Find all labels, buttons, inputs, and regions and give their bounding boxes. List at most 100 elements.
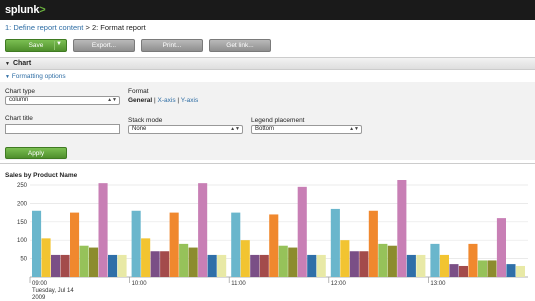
y-tick-label: 100	[17, 238, 28, 244]
x-date-label: Tuesday, Jul 14	[32, 288, 74, 294]
collapse-triangle-icon: ▼	[5, 60, 10, 67]
breadcrumb-separator: >	[83, 23, 92, 32]
tab-y-axis[interactable]: Y-axis	[181, 97, 198, 104]
chart-bar[interactable]	[349, 251, 359, 277]
chart-bar[interactable]	[150, 251, 160, 277]
chart-bar[interactable]	[60, 254, 70, 277]
chart-bar[interactable]	[330, 208, 340, 277]
format-form: Chart type column ▲▼ Chart title Format G…	[0, 82, 535, 160]
chart-bar[interactable]	[477, 260, 487, 277]
select-arrow-icon: ▲▼	[230, 126, 240, 132]
chart-bar[interactable]	[117, 254, 127, 277]
legend-placement-select[interactable]: Bottom ▲▼	[251, 125, 362, 134]
chart-bar[interactable]	[250, 254, 260, 277]
chart-bar[interactable]	[231, 212, 241, 277]
splunk-logo[interactable]: splunk>	[5, 4, 46, 16]
formatting-options-toggle[interactable]: ▼ Formatting options	[5, 73, 66, 80]
breadcrumb-step-1[interactable]: 1: Define report content	[5, 23, 83, 32]
get-link-button[interactable]: Get link...	[209, 39, 271, 52]
chart-bar[interactable]	[240, 240, 250, 277]
export-button[interactable]: Export...	[73, 39, 135, 52]
chart-bar[interactable]	[515, 265, 525, 277]
chart-bar[interactable]	[259, 254, 269, 277]
chart-bar[interactable]	[131, 210, 141, 277]
chart-bar[interactable]	[269, 214, 279, 277]
chart-bar[interactable]	[98, 183, 108, 277]
chart-bar[interactable]	[307, 254, 317, 277]
chart-bar[interactable]	[368, 210, 378, 277]
chart-title: Sales by Product Name	[5, 172, 78, 179]
chart-type-value: column	[9, 97, 29, 103]
breadcrumb-step-2: 2: Format report	[91, 23, 146, 32]
chart-bar[interactable]	[406, 254, 416, 277]
chart-bar[interactable]	[506, 264, 516, 277]
chart-bar[interactable]	[41, 238, 51, 277]
chart-bar[interactable]	[160, 251, 170, 277]
tab-x-axis[interactable]: X-axis	[158, 97, 176, 104]
x-tick-label: 12:00	[331, 281, 347, 287]
chart-bar[interactable]	[188, 247, 198, 277]
stack-mode-label: Stack mode	[128, 117, 163, 124]
select-arrow-icon: ▲▼	[107, 97, 117, 103]
x-tick-label: 09:00	[32, 281, 48, 287]
chart-bar[interactable]	[439, 254, 449, 277]
save-button[interactable]: Save ▼	[5, 39, 67, 52]
y-tick-label: 50	[20, 257, 27, 263]
chart-type-label: Chart type	[5, 88, 35, 95]
chart-bar[interactable]	[397, 180, 407, 277]
chart-bar[interactable]	[70, 212, 80, 277]
chart-bar[interactable]	[387, 245, 397, 277]
chart-title-label: Chart title	[5, 115, 33, 122]
chart-bar[interactable]	[496, 218, 506, 277]
section-title: Chart	[12, 60, 32, 67]
chevron-down-icon[interactable]: ▼	[56, 41, 62, 47]
divider	[0, 163, 535, 164]
toolbar: Save ▼ Export... Print... Get link...	[5, 39, 535, 53]
chart-bar[interactable]	[288, 247, 298, 277]
legend-placement-label: Legend placement	[251, 117, 305, 124]
chart-bar[interactable]	[416, 254, 426, 277]
x-tick-label: 13:00	[430, 281, 446, 287]
chart-bar[interactable]	[198, 183, 208, 277]
chart-section-header[interactable]: ▼ Chart	[0, 57, 535, 70]
y-tick-label: 150	[17, 220, 28, 226]
chart-title-input[interactable]	[5, 124, 120, 134]
apply-button[interactable]: Apply	[5, 147, 67, 159]
chart-bar[interactable]	[340, 240, 350, 277]
chart-bar[interactable]	[108, 254, 118, 277]
chart-bar[interactable]	[51, 254, 61, 277]
chart-bar[interactable]	[449, 264, 459, 277]
legend-placement-value: Bottom	[255, 126, 275, 132]
save-button-label: Save	[28, 42, 44, 49]
chart-bar[interactable]	[297, 186, 307, 277]
chart-bar[interactable]	[316, 254, 326, 277]
save-divider	[54, 41, 55, 50]
chart-bar[interactable]	[79, 245, 89, 277]
chart-bar[interactable]	[378, 243, 388, 277]
chart-bar[interactable]	[169, 212, 179, 277]
chart-bar[interactable]	[359, 251, 369, 277]
x-tick-label: 11:00	[231, 281, 246, 287]
y-tick-label: 200	[17, 201, 28, 207]
x-date-label: 2009	[32, 295, 46, 301]
chart-bar[interactable]	[278, 245, 288, 277]
chart-bar[interactable]	[32, 210, 42, 277]
chart-bar[interactable]	[458, 265, 468, 277]
print-button[interactable]: Print...	[141, 39, 203, 52]
chart-bar[interactable]	[141, 238, 151, 277]
chart-bar[interactable]	[89, 247, 99, 277]
select-arrow-icon: ▲▼	[349, 126, 359, 132]
tab-general[interactable]: General	[128, 97, 152, 104]
stack-mode-select[interactable]: None ▲▼	[128, 125, 243, 134]
format-label: Format	[128, 88, 149, 95]
chart-type-select[interactable]: column ▲▼	[5, 96, 120, 105]
format-tabs: General | X-axis | Y-axis	[128, 97, 198, 104]
chart-bar[interactable]	[179, 243, 189, 277]
x-tick-label: 10:00	[132, 281, 148, 287]
chart-bar[interactable]	[487, 260, 497, 277]
chart-bar[interactable]	[430, 243, 440, 277]
chart-bar[interactable]	[468, 243, 478, 277]
chart-bar[interactable]	[207, 254, 217, 277]
collapse-triangle-icon: ▼	[5, 74, 10, 80]
chart-bar[interactable]	[217, 254, 227, 277]
